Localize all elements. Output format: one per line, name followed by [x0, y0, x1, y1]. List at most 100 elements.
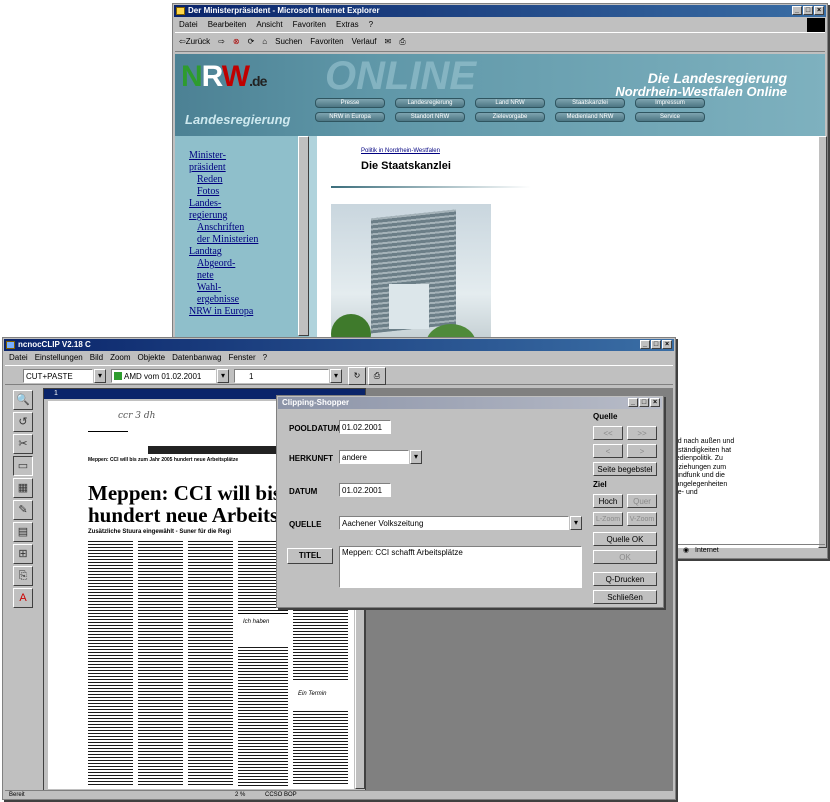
app-menu-bild[interactable]: Bild [90, 352, 103, 363]
nav-staatskanzlei[interactable]: Staatskanzlei [555, 98, 625, 108]
mail-icon[interactable]: ✉ [385, 33, 392, 51]
menu-favoriten[interactable]: Favoriten [293, 19, 326, 30]
back-button[interactable]: ⇦Zurück [179, 33, 210, 51]
issue-dropdown-icon[interactable]: ▾ [217, 369, 229, 383]
nav-medienland[interactable]: Medienland NRW [555, 112, 625, 122]
menu-help[interactable]: ? [369, 19, 373, 30]
rotate-tool-icon[interactable]: ↺ [13, 412, 33, 432]
maximize-button[interactable]: □ [803, 6, 813, 15]
nav-zielevorgabe[interactable]: Zielevorgabe [475, 112, 545, 122]
dialog-maximize-button[interactable]: □ [639, 398, 649, 407]
app-menu-zoom[interactable]: Zoom [110, 352, 130, 363]
nav-presse[interactable]: Presse [315, 98, 385, 108]
history-button[interactable]: Verlauf [352, 33, 377, 51]
app-menu-help[interactable]: ? [263, 352, 267, 363]
close-button[interactable]: × [814, 6, 824, 15]
seite-button[interactable]: Seite begebstel [593, 462, 657, 476]
edit-tool-icon[interactable]: ✎ [13, 500, 33, 520]
nrw-logo[interactable]: NRW.de [181, 60, 267, 94]
last-button[interactable]: >> [627, 426, 657, 440]
mode-dropdown-icon[interactable]: ▾ [94, 369, 106, 383]
sidebar-link[interactable]: nete [185, 270, 309, 282]
refresh-icon[interactable]: ⟳ [248, 33, 255, 51]
print-tool-icon[interactable]: ⎙ [368, 367, 386, 385]
nav-land-nrw[interactable]: Land NRW [475, 98, 545, 108]
sidebar-link[interactable]: Abgeord- [185, 258, 309, 270]
sidebar-link[interactable]: ergebnisse [185, 294, 309, 306]
sidebar-link[interactable]: NRW in Europa [185, 306, 309, 318]
herkunft-dropdown-icon[interactable]: ▾ [410, 450, 422, 464]
breadcrumb[interactable]: Politik in Nordrhein-Westfalen [361, 148, 440, 154]
layout-tool-icon[interactable]: ⊞ [13, 544, 33, 564]
mode-select[interactable]: CUT+PASTE [23, 369, 93, 383]
quelle-ok-button[interactable]: Quelle OK [593, 532, 657, 546]
content-scrollbar[interactable] [818, 136, 827, 548]
stop-icon[interactable]: ⊗ [233, 33, 240, 51]
sidebar-link[interactable]: Wahl- [185, 282, 309, 294]
issue-select[interactable]: AMD vom 01.02.2001 [111, 369, 216, 383]
adobe-tool-icon[interactable]: A [13, 588, 33, 608]
nav-impressum[interactable]: Impressum [635, 98, 705, 108]
dialog-minimize-button[interactable]: _ [628, 398, 638, 407]
app-menu-fenster[interactable]: Fenster [228, 352, 255, 363]
page-dropdown-icon[interactable]: ▾ [330, 369, 342, 383]
nav-landesregierung[interactable]: Landesregierung [395, 98, 465, 108]
zoom-tool-icon[interactable]: 🔍 [13, 390, 33, 410]
lzoom-button[interactable]: L-Zoom [593, 512, 623, 526]
cut-tool-icon[interactable]: ✂ [13, 434, 33, 454]
menu-extras[interactable]: Extras [336, 19, 359, 30]
app-menu-datenbank[interactable]: Datenbanwag [172, 352, 221, 363]
menu-bearbeiten[interactable]: Bearbeiten [208, 19, 247, 30]
minimize-button[interactable]: _ [792, 6, 802, 15]
quelle-dropdown-icon[interactable]: ▾ [570, 516, 582, 530]
drucken-button[interactable]: Q-Drucken [593, 572, 657, 586]
favorites-button[interactable]: Favoriten [310, 33, 343, 51]
frame-tool-icon[interactable]: ▭ [13, 456, 33, 476]
app-maximize-button[interactable]: □ [651, 340, 661, 349]
column-tool-icon[interactable]: ▤ [13, 522, 33, 542]
sidebar-link[interactable]: Minister- [185, 150, 309, 162]
schliessen-button[interactable]: Schließen [593, 590, 657, 604]
vzoom-button[interactable]: V-Zoom [627, 512, 657, 526]
app-menu-datei[interactable]: Datei [9, 352, 28, 363]
page-select[interactable]: 1 [234, 369, 329, 383]
refresh-tool-icon[interactable]: ↻ [348, 367, 366, 385]
pooldatum-field[interactable]: 01.02.2001 [339, 420, 391, 434]
nav-standort[interactable]: Standort NRW [395, 112, 465, 122]
app-close-button[interactable]: × [662, 340, 672, 349]
sidebar-link[interactable]: Landes- [185, 198, 309, 210]
sidebar-link[interactable]: Fotos [185, 186, 309, 198]
app-menu-objekte[interactable]: Objekte [138, 352, 166, 363]
app-menu-einstellungen[interactable]: Einstellungen [35, 352, 83, 363]
quer-button[interactable]: Quer [627, 494, 657, 508]
search-button[interactable]: Suchen [275, 33, 302, 51]
menu-datei[interactable]: Datei [179, 19, 198, 30]
prev-button[interactable]: < [593, 444, 623, 458]
print-icon[interactable]: ⎙ [399, 33, 405, 51]
dialog-close-button[interactable]: × [650, 398, 660, 407]
sidebar-scrollbar[interactable] [298, 136, 309, 336]
sidebar-link[interactable]: Landtag [185, 246, 309, 258]
nav-nrw-europa[interactable]: NRW in Europa [315, 112, 385, 122]
titel-button[interactable]: TITEL [287, 548, 333, 564]
first-button[interactable]: << [593, 426, 623, 440]
titel-field[interactable]: Meppen: CCI schafft Arbeitsplätze [339, 546, 582, 588]
hoch-button[interactable]: Hoch [593, 494, 623, 508]
sidebar-link[interactable]: der Ministerien [185, 234, 309, 246]
nav-service[interactable]: Service [635, 112, 705, 122]
quelle-select[interactable]: Aachener Volkszeitung [339, 516, 569, 530]
next-button[interactable]: > [627, 444, 657, 458]
grid-tool-icon[interactable]: ▦ [13, 478, 33, 498]
ok-button[interactable]: OK [593, 550, 657, 564]
menu-ansicht[interactable]: Ansicht [256, 19, 282, 30]
sidebar-link[interactable]: präsident [185, 162, 309, 174]
sidebar-link[interactable]: Reden [185, 174, 309, 186]
app-minimize-button[interactable]: _ [640, 340, 650, 349]
home-icon[interactable]: ⌂ [262, 33, 267, 51]
sidebar-link[interactable]: Anschriften [185, 222, 309, 234]
forward-button[interactable]: ⇨ [218, 33, 225, 51]
sidebar-link[interactable]: regierung [185, 210, 309, 222]
datum-field[interactable]: 01.02.2001 [339, 483, 391, 497]
paste-tool-icon[interactable]: ⎘ [13, 566, 33, 586]
herkunft-select[interactable]: andere [339, 450, 409, 464]
